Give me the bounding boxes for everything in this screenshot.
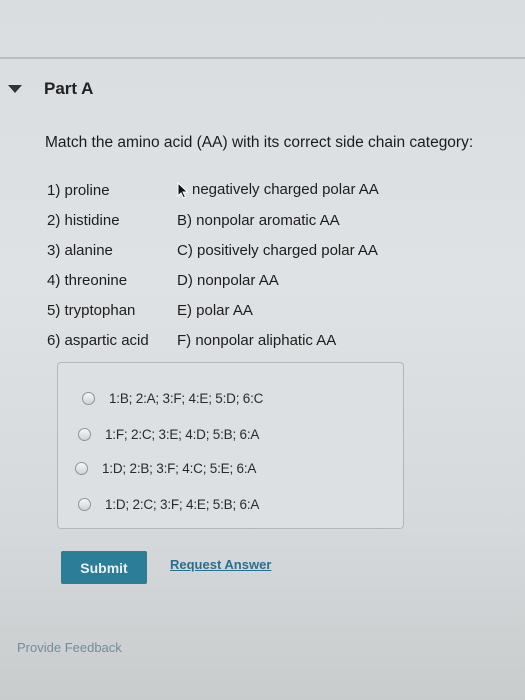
mouse-cursor-icon [177, 181, 189, 199]
category-label: F) nonpolar aliphatic AA [177, 331, 337, 349]
category-label: E) polar AA [177, 301, 253, 319]
answer-option-label: 1:D; 2:B; 3:F; 4:C; 5:E; 6:A [102, 460, 257, 476]
category-label: C) positively charged polar AA [177, 241, 378, 259]
question-text: Match the amino acid (AA) with its corre… [45, 134, 474, 151]
category-text: negatively charged polar AA [192, 181, 379, 199]
matching-row: 2) histidine B) nonpolar aromatic AA [47, 205, 379, 235]
part-title: Part A [44, 79, 94, 98]
amino-acid-label: 2) histidine [47, 211, 120, 229]
answer-option[interactable]: 1:F; 2:C; 3:E; 4:D; 5:B; 6:A [78, 421, 259, 447]
category-label: negatively charged polar AA [177, 181, 379, 199]
matching-row: 3) alanine C) positively charged polar A… [47, 235, 379, 265]
provide-feedback-link[interactable]: Provide Feedback [17, 640, 122, 655]
part-header[interactable]: Part A [8, 76, 93, 102]
category-label: D) nonpolar AA [177, 271, 279, 289]
matching-row: 5) tryptophan E) polar AA [47, 295, 379, 325]
answer-option-label: 1:D; 2:C; 3:F; 4:E; 5:B; 6:A [105, 496, 260, 512]
amino-acid-label: 5) tryptophan [47, 301, 136, 319]
amino-acid-label: 1) proline [47, 181, 110, 199]
amino-acid-label: 4) threonine [47, 271, 128, 289]
answer-option-label: 1:B; 2:A; 3:F; 4:E; 5:D; 6:C [109, 390, 264, 406]
matching-row: 6) aspartic acid F) nonpolar aliphatic A… [47, 325, 379, 355]
radio-button[interactable] [78, 427, 91, 441]
answer-option[interactable]: 1:D; 2:B; 3:F; 4:C; 5:E; 6:A [75, 455, 256, 481]
matching-row: 1) proline negatively charged polar AA [47, 175, 379, 205]
answer-option[interactable]: 1:D; 2:C; 3:F; 4:E; 5:B; 6:A [78, 491, 259, 517]
caret-down-icon[interactable] [8, 85, 22, 93]
top-divider [0, 57, 525, 59]
matching-row: 4) threonine D) nonpolar AA [47, 265, 379, 295]
matching-table: 1) proline negatively charged polar AA 2… [47, 175, 379, 355]
radio-button[interactable] [82, 391, 95, 405]
radio-button[interactable] [75, 461, 88, 475]
answer-choices: 1:B; 2:A; 3:F; 4:E; 5:D; 6:C 1:F; 2:C; 3… [57, 362, 404, 529]
request-answer-link[interactable]: Request Answer [170, 557, 271, 572]
amino-acid-label: 3) alanine [47, 241, 113, 259]
answer-option-label: 1:F; 2:C; 3:E; 4:D; 5:B; 6:A [105, 426, 260, 442]
radio-button[interactable] [78, 497, 91, 511]
amino-acid-label: 6) aspartic acid [47, 331, 149, 349]
answer-option[interactable]: 1:B; 2:A; 3:F; 4:E; 5:D; 6:C [82, 385, 263, 411]
submit-button[interactable]: Submit [61, 551, 147, 584]
category-label: B) nonpolar aromatic AA [177, 211, 340, 229]
